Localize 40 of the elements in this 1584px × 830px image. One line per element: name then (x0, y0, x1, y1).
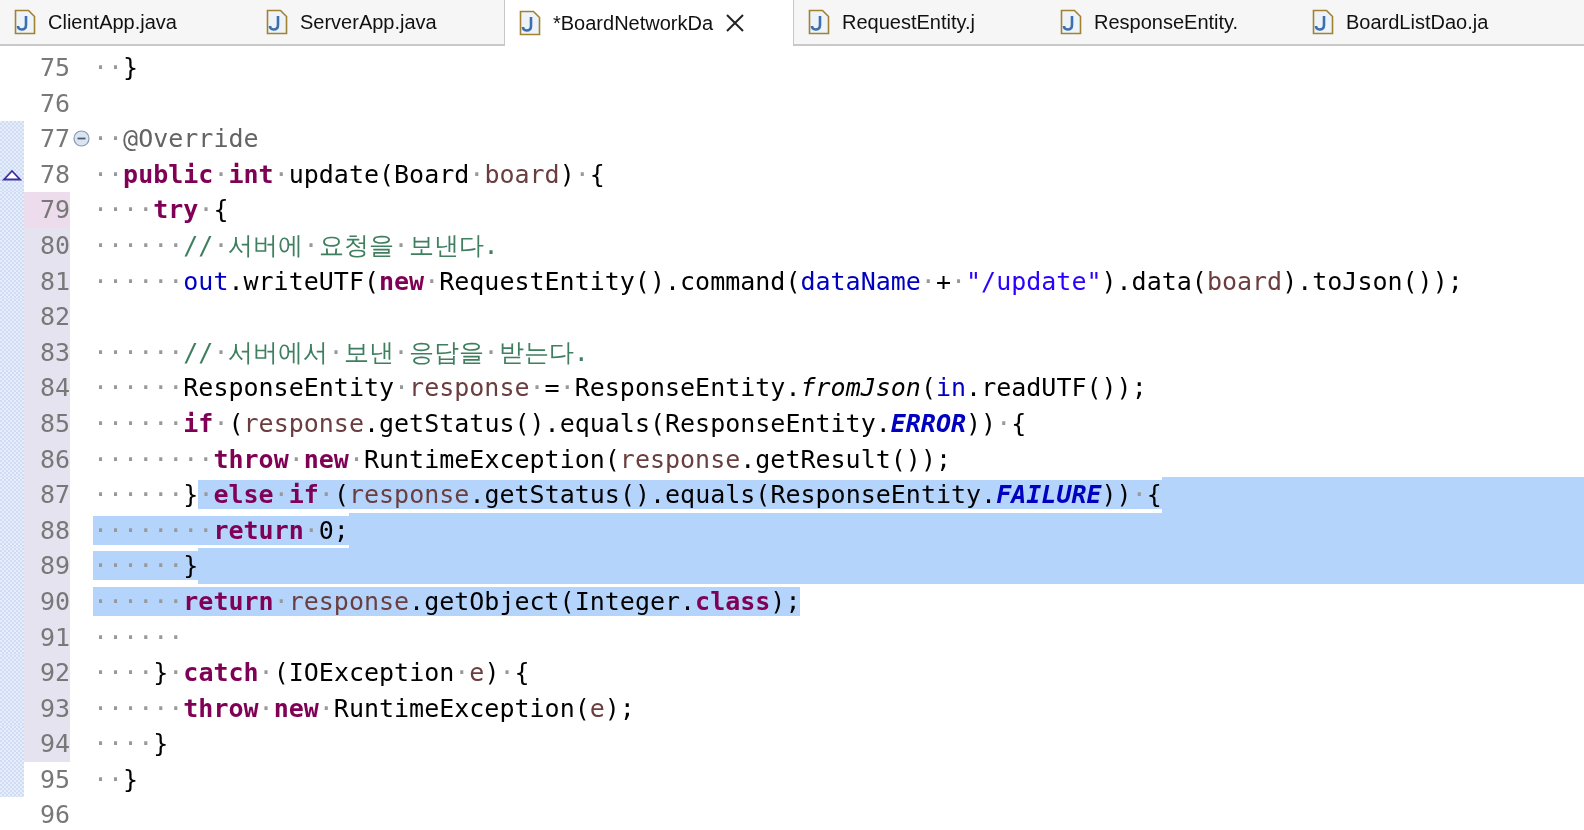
line-number: 94 (24, 726, 70, 762)
line-number: 91 (24, 619, 70, 656)
line-number: 85 (24, 405, 70, 442)
line-number: 89 (24, 548, 70, 584)
line-number: 79 (24, 192, 70, 228)
code-line: ······ResponseEntity·response·=·ResponseEntity.fromJson(in.readUTF()); (93, 372, 1147, 405)
line-number: 87 (24, 477, 70, 513)
line-number: 80 (24, 227, 70, 264)
code-line: ········throw·new·RuntimeException(response.getResult()); (93, 443, 951, 476)
code-line: ··public·int·update(Board·board)·{ (93, 158, 605, 191)
line-number: 90 (24, 583, 70, 620)
code-line: ······//·서버에서·보낸·응답을·받는다. (93, 336, 589, 369)
code-line: ····try·{ (93, 194, 229, 227)
line-number: 81 (24, 263, 70, 300)
code-line: ······//·서버에·요청을·보낸다. (93, 229, 499, 262)
editor-tab[interactable]: *BoardNetworkDa (504, 0, 794, 46)
line-number: 82 (24, 299, 70, 335)
code-line: ······throw·new·RuntimeException(e); (93, 692, 635, 725)
code-line: ··} (93, 52, 139, 84)
java-file-icon (1312, 9, 1334, 35)
java-file-icon (519, 10, 541, 36)
close-icon[interactable] (725, 13, 746, 33)
code-line: ··@Override (93, 123, 259, 156)
line-number: 93 (24, 690, 70, 727)
code-line: ······ (93, 621, 184, 654)
line-number: 88 (24, 512, 70, 549)
java-file-icon (266, 9, 288, 35)
code-line: ······out.writeUTF(new·RequestEntity().command(dataName·+·"/update").data(board).toJson()); (93, 265, 1463, 298)
code-line: ····}·catch·(IOException·e)·{ (93, 657, 530, 690)
collapse-icon[interactable] (73, 130, 90, 148)
line-number: 84 (24, 370, 70, 406)
java-file-icon (1060, 9, 1082, 35)
java-file-icon (14, 9, 36, 35)
code-line: ····} (93, 728, 169, 761)
code-line: ··} (93, 763, 139, 796)
line-number: 83 (24, 334, 70, 371)
java-file-icon (808, 9, 830, 35)
code-line: ······if·(response.getStatus().equals(ResponseEntity.ERROR))·{ (93, 407, 1027, 440)
line-number: 86 (24, 441, 70, 478)
line-number: 92 (24, 655, 70, 691)
